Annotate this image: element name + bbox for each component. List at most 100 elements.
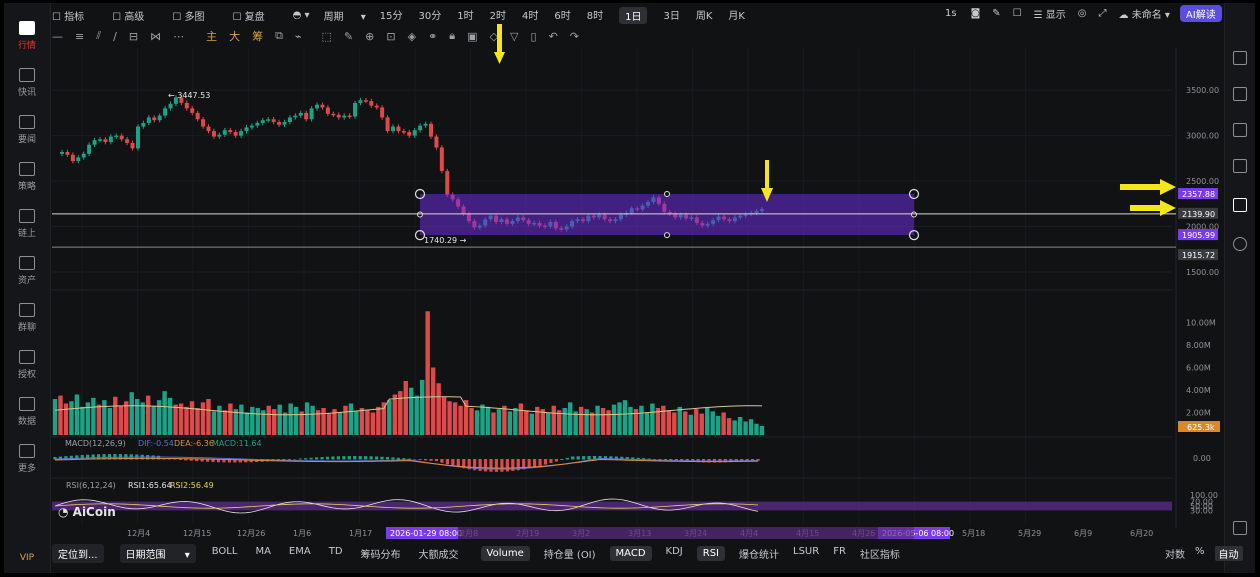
macd-legend-macd: MACD:11.64 [212, 439, 262, 448]
panel-icon[interactable] [1233, 51, 1247, 65]
bot-icon[interactable] [1233, 198, 1247, 212]
volume-bar [606, 410, 611, 435]
candle-body [347, 115, 352, 118]
candle-body [184, 102, 189, 109]
volume-tick-label: 10.00M [1186, 319, 1216, 328]
volume-bar [480, 404, 485, 435]
macd-histogram-bar [347, 456, 351, 460]
x-tick-label: 12月26 [237, 529, 265, 538]
price-axis-label: 1915.72 [1182, 251, 1215, 260]
macd-histogram-bar [429, 459, 433, 461]
candle-body [103, 139, 108, 142]
sub-indicator-4[interactable]: RSI [696, 545, 725, 561]
candle-body [309, 108, 314, 120]
main-indicator-0[interactable]: BOLL [212, 546, 238, 561]
calendar-icon[interactable] [1233, 159, 1247, 173]
macd-histogram-bar [554, 459, 558, 462]
volume-bar [600, 408, 606, 435]
main-indicator-4[interactable]: 筹码分布 [361, 546, 401, 561]
volume-bar [321, 408, 326, 435]
main-indicator-1[interactable]: MA [255, 546, 270, 561]
main-indicator-2[interactable]: EMA [289, 546, 311, 561]
volume-bar [425, 311, 430, 435]
volume-bar [458, 405, 463, 435]
aicoin-logo: ◔ AiCoin [58, 505, 116, 519]
volume-bar [370, 412, 376, 435]
volume-bar [496, 409, 502, 435]
macd-histogram-bar [494, 459, 499, 472]
candle-body [385, 117, 390, 132]
volume-bar [381, 402, 387, 435]
macd-histogram-bar [325, 456, 330, 460]
volume-bar [140, 402, 145, 435]
macd-histogram-bar [440, 459, 444, 463]
volume-bar [359, 408, 365, 435]
main-indicator-3[interactable]: TD [329, 546, 343, 561]
candle-body [228, 130, 233, 132]
macd-histogram-bar [385, 457, 390, 460]
range-box-handle [417, 211, 423, 218]
volume-bar [200, 402, 206, 435]
macd-histogram-bar [424, 459, 428, 461]
candle-body [331, 113, 336, 116]
volume-bar [639, 405, 644, 435]
x-tick-label: 1月6 [293, 529, 311, 538]
volume-bar [573, 411, 578, 435]
candle-body [260, 120, 265, 123]
candle-body [119, 135, 124, 140]
candle-body [97, 139, 102, 141]
sub-indicator-5[interactable]: 爆仓统计 [739, 546, 779, 561]
rsi-legend-rsi1: RSI1:65.64 [128, 481, 172, 490]
fullscreen-icon[interactable] [1233, 521, 1247, 535]
candle-body [434, 136, 439, 148]
volume-bar [584, 409, 589, 435]
sub-indicator-1[interactable]: 持仓量 (OI) [544, 546, 596, 561]
depth-icon[interactable] [1233, 87, 1247, 101]
low-price-annotation: 1740.29 → [424, 236, 467, 245]
candle-body [325, 107, 330, 114]
volume-bar [239, 404, 244, 435]
sub-indicator-3[interactable]: KDJ [666, 546, 683, 561]
candle-body [401, 131, 406, 133]
volume-tick-label: 4.00M [1186, 386, 1211, 395]
history-icon[interactable] [1233, 237, 1247, 251]
price-tick-label: 3000.00 [1186, 132, 1219, 141]
list-icon[interactable] [1233, 123, 1247, 137]
date-range-dropdown[interactable]: 日期范围 ▾ [119, 543, 196, 563]
scale-options: 对数 % 自动 [1165, 546, 1243, 561]
volume-tick-label: 2.00M [1186, 409, 1211, 418]
range-box-handle [664, 232, 670, 239]
chart-area[interactable]: ← 3447.53 1740.29 → MACD(12,26,9) DIF:-0.5… [0, 0, 1260, 577]
main-indicator-5[interactable]: 大额成交 [419, 546, 459, 561]
volume-bar [293, 406, 299, 435]
log-scale-toggle[interactable]: 对数 [1165, 546, 1185, 561]
volume-bar [644, 412, 650, 435]
volume-bar [474, 410, 480, 435]
sub-indicator-8[interactable]: 社区指标 [860, 546, 900, 561]
volume-bar [732, 420, 737, 435]
macd-histogram-bar [533, 459, 537, 468]
volume-bar [195, 408, 200, 435]
main-indicator-list: BOLL MA EMA TD 筹码分布 大额成交 [212, 546, 477, 561]
volume-bar [217, 405, 222, 435]
volume-bar [617, 402, 622, 435]
sub-indicator-7[interactable]: FR [833, 546, 846, 561]
macd-histogram-bar [587, 456, 591, 460]
locate-button[interactable]: 定位到... [52, 543, 104, 563]
candle-body [233, 132, 238, 136]
sub-indicator-6[interactable]: LSUR [793, 546, 819, 561]
macd-histogram-bar [391, 457, 395, 460]
candle-body [445, 171, 450, 195]
candle-body [277, 122, 282, 125]
x-tick-label: 5月29 [1018, 529, 1041, 538]
sub-indicator-0[interactable]: Volume [480, 545, 530, 561]
candle-body [396, 126, 401, 132]
candle-body [222, 130, 227, 135]
annotation-arrow [494, 24, 505, 64]
volume-bar [124, 401, 129, 435]
auto-scale-toggle[interactable]: 自动 [1214, 546, 1243, 561]
x-tick-label: 6月9 [1074, 529, 1092, 538]
sub-indicator-2[interactable]: MACD [609, 545, 652, 561]
percent-scale-toggle[interactable]: % [1195, 546, 1205, 561]
price-tick-label: 1500.00 [1186, 268, 1219, 277]
